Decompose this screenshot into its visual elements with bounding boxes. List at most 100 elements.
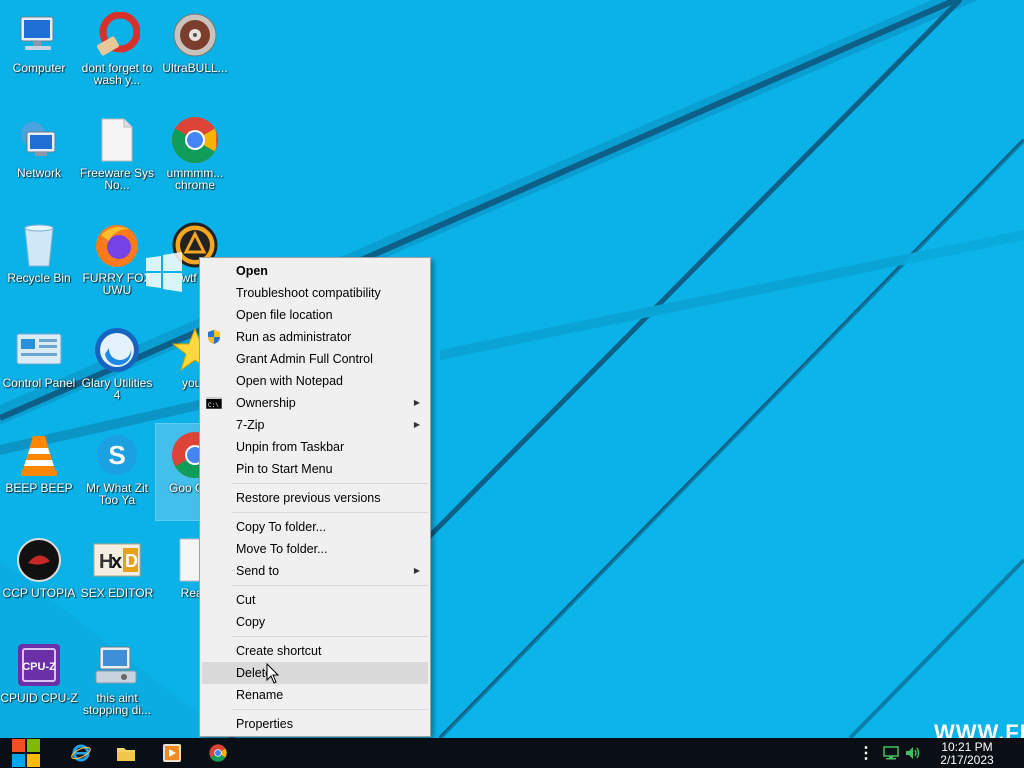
desktop-icon-label: Mr What Zit Too Ya <box>86 481 148 507</box>
ccp-utopia-icon <box>14 535 64 585</box>
ccleaner-icon <box>92 10 142 60</box>
menu-item-label: Send to <box>236 564 280 578</box>
desktop-icon-ccleaner[interactable]: dont forget to wash y... <box>78 4 156 100</box>
menu-item-copy[interactable]: Copy <box>202 611 428 633</box>
menu-item-open-with-notepad[interactable]: Open with Notepad <box>202 370 428 392</box>
media-player-icon <box>163 744 181 762</box>
taskbar: ⋮ 10:21 PM 2/17/2023 <box>0 738 1024 768</box>
desktop-icon-hex-editor[interactable]: HxD SEX EDITOR <box>78 529 156 625</box>
menu-item-label: Copy <box>236 615 266 629</box>
menu-separator <box>232 636 428 637</box>
tray-overflow-icon[interactable]: ⋮ <box>858 745 874 762</box>
network-status-icon[interactable] <box>883 745 899 761</box>
menu-item-label: Move To folder... <box>236 542 328 556</box>
computer-icon <box>14 10 64 60</box>
menu-item-run-as-administrator[interactable]: Run as administrator <box>202 326 428 348</box>
menu-item-label: Troubleshoot compatibility <box>236 286 381 300</box>
clock-date: 2/17/2023 <box>940 752 994 767</box>
uac-shield-icon <box>206 330 222 344</box>
menu-item-label: Run as administrator <box>236 330 352 344</box>
windows-start-icon <box>12 739 40 767</box>
menu-item-send-to[interactable]: Send to ▶ <box>202 560 428 582</box>
desktop-icon-glary-utilities[interactable]: Glary Utilities 4 <box>78 319 156 415</box>
menu-item-7zip[interactable]: 7-Zip ▶ <box>202 414 428 436</box>
desktop-icon-label: UltraBULL... <box>162 61 228 75</box>
desktop-icon-label: CCP UTOPIA <box>2 586 76 600</box>
hex-editor-icon: HxD <box>92 535 142 585</box>
desktop-icon-label: Freeware Sys No... <box>79 166 155 192</box>
network-icon <box>14 115 64 165</box>
menu-item-grant-admin-full-control[interactable]: Grant Admin Full Control <box>202 348 428 370</box>
windows-logo-ghost-icon <box>146 252 182 292</box>
taskbar-internet-explorer[interactable] <box>59 738 103 768</box>
cpu-z-icon: CPU-Z <box>14 640 64 690</box>
svg-text:C:\: C:\ <box>208 402 219 409</box>
menu-item-label: Pin to Start Menu <box>236 462 333 476</box>
menu-item-troubleshoot-compatibility[interactable]: Troubleshoot compatibility <box>202 282 428 304</box>
desktop-icon-chrome-shortcut[interactable]: ummmm... chrome <box>156 109 234 205</box>
disc-icon <box>170 10 220 60</box>
submenu-arrow-icon: ▶ <box>413 420 420 429</box>
clock-time: 10:21 PM <box>941 740 993 754</box>
menu-item-rename[interactable]: Rename <box>202 684 428 706</box>
menu-item-pin-to-start-menu[interactable]: Pin to Start Menu <box>202 458 428 480</box>
desktop-icon-skype[interactable]: S Mr What Zit Too Ya <box>78 424 156 520</box>
desktop-icon-label: Network <box>16 166 61 180</box>
menu-item-label: 7-Zip <box>236 418 265 432</box>
menu-item-label: Create shortcut <box>236 644 322 658</box>
menu-separator <box>232 709 428 710</box>
glary-utilities-icon <box>92 325 142 375</box>
vlc-icon <box>14 430 64 480</box>
svg-text:CPU-Z: CPU-Z <box>22 661 56 673</box>
menu-item-open[interactable]: Open <box>202 260 428 282</box>
desktop-icon-control-panel[interactable]: Control Panel <box>0 319 78 415</box>
context-menu: Open Troubleshoot compatibility Open fil… <box>199 257 431 737</box>
menu-item-create-shortcut[interactable]: Create shortcut <box>202 640 428 662</box>
menu-item-ownership[interactable]: C:\ Ownership ▶ <box>202 392 428 414</box>
menu-separator <box>232 512 428 513</box>
desktop-icon-computer[interactable]: Computer <box>0 4 78 100</box>
menu-item-properties[interactable]: Properties <box>202 713 428 735</box>
menu-item-label: Cut <box>236 593 256 607</box>
desktop-icon-recycle-bin[interactable]: Recycle Bin <box>0 214 78 310</box>
desktop-icon-vlc[interactable]: BEEP BEEP <box>0 424 78 520</box>
file-explorer-icon <box>117 747 135 761</box>
menu-item-delete[interactable]: Delete <box>202 662 428 684</box>
menu-item-label: Open <box>236 264 268 278</box>
menu-separator <box>232 585 428 586</box>
desktop-icon-freeware[interactable]: Freeware Sys No... <box>78 109 156 205</box>
chrome-icon <box>209 744 227 762</box>
desktop-icon-label: Control Panel <box>2 376 76 390</box>
desktop-icon-label: Recycle Bin <box>7 271 71 285</box>
menu-item-open-file-location[interactable]: Open file location <box>202 304 428 326</box>
recycle-bin-icon <box>14 220 64 270</box>
skype-icon: S <box>92 430 142 480</box>
taskbar-file-explorer[interactable] <box>104 738 148 768</box>
submenu-arrow-icon: ▶ <box>413 398 420 407</box>
installer-icon <box>92 640 142 690</box>
start-button[interactable] <box>2 738 50 768</box>
taskbar-media-player[interactable] <box>150 738 194 768</box>
taskbar-clock[interactable]: 10:21 PM 2/17/2023 <box>936 741 998 766</box>
menu-item-cut[interactable]: Cut <box>202 589 428 611</box>
menu-item-label: Grant Admin Full Control <box>236 352 373 366</box>
taskbar-chrome[interactable] <box>196 738 240 768</box>
desktop-icon-network[interactable]: Network <box>0 109 78 205</box>
menu-item-restore-previous-versions[interactable]: Restore previous versions <box>202 487 428 509</box>
control-panel-icon <box>14 325 64 375</box>
volume-icon[interactable] <box>905 745 921 761</box>
menu-item-label: Copy To folder... <box>236 520 327 534</box>
desktop-icon-ultrabull[interactable]: UltraBULL... <box>156 4 234 100</box>
menu-item-copy-to-folder[interactable]: Copy To folder... <box>202 516 428 538</box>
desktop-icon-ccp-utopia[interactable]: CCP UTOPIA <box>0 529 78 625</box>
chrome-icon <box>170 115 220 165</box>
desktop-icon-cpu-z[interactable]: CPU-Z CPUID CPU-Z <box>0 634 78 730</box>
firefox-icon <box>92 220 142 270</box>
menu-item-label: Open with Notepad <box>236 374 344 388</box>
menu-item-unpin-from-taskbar[interactable]: Unpin from Taskbar <box>202 436 428 458</box>
svg-text:S: S <box>108 440 125 470</box>
menu-item-label: Ownership <box>236 396 296 410</box>
menu-item-move-to-folder[interactable]: Move To folder... <box>202 538 428 560</box>
desktop-icon-this-aint-stopping[interactable]: this aint stopping di... <box>78 634 156 730</box>
desktop-icon-label: CPUID CPU-Z <box>0 691 78 705</box>
